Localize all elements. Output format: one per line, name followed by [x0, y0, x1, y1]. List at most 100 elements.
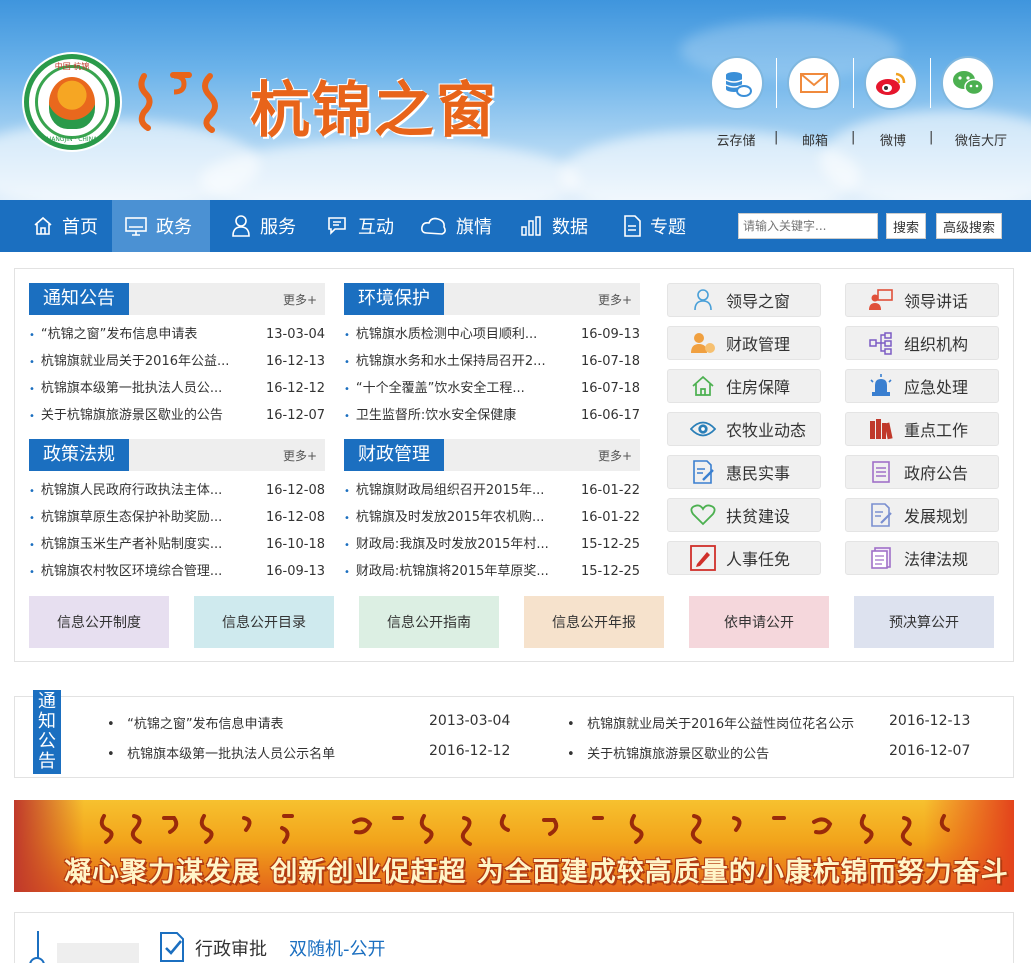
nav-label: 旗情: [456, 217, 492, 238]
public-info-budget[interactable]: 预决算公开: [854, 596, 994, 648]
news-block-title[interactable]: 财政管理: [344, 439, 444, 471]
quick-link-speeches[interactable]: 领导讲话: [845, 283, 999, 317]
nav-item-interaction[interactable]: 互动: [316, 200, 412, 252]
public-info-guide[interactable]: 信息公开指南: [359, 596, 499, 648]
news-date: 13-03-04: [265, 327, 325, 342]
speech-icon: [868, 287, 894, 313]
org-chart-icon: [868, 330, 894, 356]
public-info-system[interactable]: 信息公开制度: [29, 596, 169, 648]
news-date: 16-12-13: [265, 354, 325, 369]
notice-item[interactable]: • “杭锦之窗”发布信息申请表: [107, 713, 284, 732]
notice-date: 2016-12-13: [889, 713, 971, 729]
tab-administrative-approval[interactable]: 行政审批: [195, 935, 267, 961]
advanced-search-button[interactable]: 高级搜索: [936, 213, 1003, 239]
notice-item[interactable]: • 杭锦旗本级第一批执法人员公示名单: [107, 743, 335, 762]
news-item[interactable]: • 关于杭锦旗旅游景区歇业的公告 16-12-07: [29, 402, 325, 429]
weibo-icon: [876, 72, 906, 95]
quick-link-leaders[interactable]: 领导之窗: [667, 283, 821, 317]
news-item[interactable]: • 杭锦旗及时发放2015年农机购... 16-01-22: [344, 504, 640, 531]
notice-date: 2016-12-07: [889, 743, 971, 759]
public-info-annual-report[interactable]: 信息公开年报: [524, 596, 664, 648]
news-item[interactable]: • 杭锦旗本级第一批执法人员公... 16-12-12: [29, 375, 325, 402]
quick-link-finance[interactable]: 财政管理: [667, 326, 821, 360]
wechat-icon: [953, 71, 984, 96]
news-block-title[interactable]: 环境保护: [344, 283, 444, 315]
news-item[interactable]: • 杭锦旗人民政府行政执法主体... 16-12-08: [29, 477, 325, 504]
news-date: 16-12-08: [265, 483, 325, 498]
nav-label: 数据: [552, 217, 588, 238]
chat-icon: [328, 217, 346, 235]
more-link[interactable]: 更多+: [598, 291, 632, 308]
news-date: 16-09-13: [265, 564, 325, 579]
public-info-on-request[interactable]: 依申请公开: [689, 596, 829, 648]
quick-link-organization[interactable]: 组织机构: [845, 326, 999, 360]
quick-link-poverty-relief[interactable]: 扶贫建设: [667, 498, 821, 532]
books-icon: [868, 416, 894, 442]
slogan-banner[interactable]: 凝心聚力谋发展 创新创业促赶超 为全面建成较高质量的小康杭锦而努力奋斗: [14, 800, 1014, 892]
news-item[interactable]: • 杭锦旗水质检测中心项目顺利... 16-09-13: [344, 321, 640, 348]
news-item[interactable]: • 卫生监督所:饮水安全保健康 16-06-17: [344, 402, 640, 429]
news-item[interactable]: • “杭锦之窗”发布信息申请表 13-03-04: [29, 321, 325, 348]
bar-chart-icon: [521, 216, 541, 236]
wechat-label[interactable]: 微信大厅: [941, 130, 1021, 149]
document-icon: [624, 215, 641, 237]
eye-icon: [690, 416, 716, 442]
nav-label: 专题: [650, 217, 686, 238]
news-block-title[interactable]: 政策法规: [29, 439, 129, 471]
more-link[interactable]: 更多+: [283, 447, 317, 464]
quick-link-agriculture[interactable]: 农牧业动态: [667, 412, 821, 446]
nav-item-topics[interactable]: 专题: [614, 200, 710, 252]
search-input[interactable]: [738, 213, 878, 239]
nav-item-home[interactable]: 首页: [20, 200, 112, 252]
news-item[interactable]: • 杭锦旗水务和水土保持局召开2... 16-07-18: [344, 348, 640, 375]
quick-link-gov-notices[interactable]: 政府公告: [845, 455, 999, 489]
plan-doc-icon: [868, 502, 894, 528]
nav-item-service[interactable]: 服务: [220, 200, 316, 252]
news-item[interactable]: • 杭锦旗财政局组织召开2015年... 16-01-22: [344, 477, 640, 504]
news-item[interactable]: • 财政局:杭锦旗将2015年草原奖... 15-12-25: [344, 558, 640, 585]
news-list: • 杭锦旗财政局组织召开2015年... 16-01-22 • 杭锦旗及时发放2015…: [344, 477, 640, 585]
news-item[interactable]: • 财政局:我旗及时发放2015年村... 15-12-25: [344, 531, 640, 558]
quick-link-housing[interactable]: 住房保障: [667, 369, 821, 403]
emblem-top-text: 中国·杭锦: [54, 62, 90, 71]
alarm-icon: [868, 373, 894, 399]
cloud-storage-link[interactable]: [710, 56, 764, 110]
mongolian-script-logo: [138, 72, 218, 133]
weibo-link[interactable]: [864, 56, 918, 110]
quick-link-key-work[interactable]: 重点工作: [845, 412, 999, 446]
nav-item-data[interactable]: 数据: [512, 200, 608, 252]
mail-link[interactable]: [787, 56, 841, 110]
news-date: 16-12-12: [265, 381, 325, 396]
notice-item[interactable]: • 关于杭锦旗旅游景区歇业的公告: [567, 743, 769, 762]
nav-item-banner-info[interactable]: 旗情: [412, 200, 508, 252]
notice-bar: 通 知 公 告 • “杭锦之窗”发布信息申请表 2013-03-04 • 杭锦旗…: [14, 690, 1014, 778]
site-emblem[interactable]: 中国·杭锦 HANGJIN · CHINA: [24, 54, 120, 150]
thumbnail-placeholder: [57, 943, 139, 963]
quick-link-laws[interactable]: 法律法规: [845, 541, 999, 575]
news-item[interactable]: • “十个全覆盖”饮水安全工程... 16-07-18: [344, 375, 640, 402]
search-button[interactable]: 搜索: [886, 213, 927, 239]
quick-link-personnel[interactable]: 人事任免: [667, 541, 821, 575]
public-info-catalog[interactable]: 信息公开目录: [194, 596, 334, 648]
notice-item[interactable]: • 杭锦旗就业局关于2016年公益性岗位花名公示: [567, 713, 854, 732]
nav-item-government[interactable]: 政务: [112, 200, 210, 252]
more-link[interactable]: 更多+: [598, 447, 632, 464]
label-separator: |: [929, 130, 934, 145]
news-item[interactable]: • 杭锦旗玉米生产者补贴制度实... 16-10-18: [29, 531, 325, 558]
quick-link-planning[interactable]: 发展规划: [845, 498, 999, 532]
wechat-link[interactable]: [941, 56, 995, 110]
news-date: 15-12-25: [580, 537, 640, 552]
quick-link-livelihood[interactable]: 惠民实事: [667, 455, 821, 489]
news-block-title[interactable]: 通知公告: [29, 283, 129, 315]
site-title[interactable]: 杭锦之窗: [250, 62, 498, 149]
news-item[interactable]: • 杭锦旗农村牧区环境综合管理... 16-09-13: [29, 558, 325, 585]
more-link[interactable]: 更多+: [283, 291, 317, 308]
tab-double-random-public[interactable]: 双随机-公开: [289, 935, 386, 961]
cloud-decoration: [200, 140, 580, 200]
news-item[interactable]: • 杭锦旗草原生态保护补助奖励... 16-12-08: [29, 504, 325, 531]
mail-label[interactable]: 邮箱: [775, 130, 855, 149]
cloud-storage-label[interactable]: 云存储: [696, 130, 776, 149]
quick-link-emergency[interactable]: 应急处理: [845, 369, 999, 403]
news-item[interactable]: • 杭锦旗就业局关于2016年公益... 16-12-13: [29, 348, 325, 375]
weibo-label[interactable]: 微博: [853, 130, 933, 149]
